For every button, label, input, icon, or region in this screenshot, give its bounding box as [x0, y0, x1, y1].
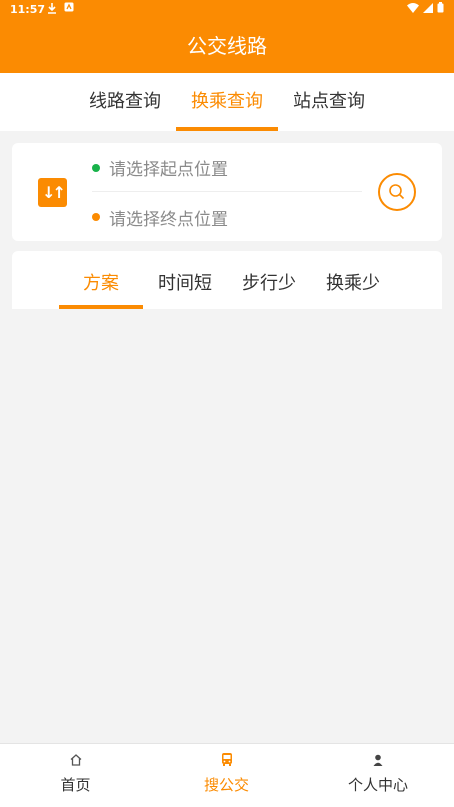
- end-dot-icon: [92, 213, 100, 221]
- nav-label: 首页: [60, 776, 91, 794]
- end-location-field[interactable]: 请选择终点位置: [92, 193, 362, 241]
- active-tab-indicator: [59, 305, 143, 309]
- tab-label: 换乘少: [326, 273, 380, 294]
- nav-home[interactable]: 首页: [0, 752, 151, 802]
- status-icons: [407, 2, 444, 13]
- tab-less-walking[interactable]: 步行少: [227, 269, 311, 309]
- active-tab-indicator: [176, 127, 278, 131]
- tab-line-query[interactable]: 线路查询: [83, 87, 167, 131]
- tab-transfer-query[interactable]: 换乘查询: [176, 87, 278, 131]
- signal-icon: [423, 2, 433, 13]
- app-header: 11:57 公交线路: [0, 0, 454, 73]
- wifi-icon: [407, 2, 419, 13]
- app-notification-icon: [64, 2, 74, 15]
- search-icon: [389, 184, 405, 200]
- tab-label: 站点查询: [293, 91, 365, 112]
- person-icon: [302, 752, 454, 772]
- nav-label: 搜公交: [203, 776, 249, 794]
- home-icon: [0, 752, 151, 772]
- tab-label: 方案: [83, 273, 119, 294]
- nav-profile[interactable]: 个人中心: [302, 752, 454, 802]
- status-time: 11:57: [10, 3, 46, 16]
- bus-icon: [151, 752, 302, 772]
- status-bar: 11:57: [0, 0, 454, 20]
- tab-label: 步行少: [242, 273, 296, 294]
- end-placeholder: 请选择终点位置: [109, 209, 228, 230]
- tab-stop-query[interactable]: 站点查询: [287, 87, 371, 131]
- tab-plan[interactable]: 方案: [59, 269, 143, 309]
- tab-shortest-time[interactable]: 时间短: [143, 269, 227, 309]
- nav-search-bus[interactable]: 搜公交: [151, 752, 302, 802]
- query-tabs: 线路查询 换乘查询 站点查询: [0, 73, 454, 131]
- plan-tabs: 方案 时间短 步行少 换乘少: [12, 251, 442, 309]
- search-button[interactable]: [378, 173, 416, 211]
- download-icon: [47, 2, 57, 17]
- start-location-field[interactable]: 请选择起点位置: [92, 144, 362, 192]
- tab-fewer-transfers[interactable]: 换乘少: [311, 269, 395, 309]
- bottom-navigation: 首页 搜公交 个人中心: [0, 743, 454, 807]
- page-title: 公交线路: [187, 34, 267, 58]
- battery-icon: [437, 2, 444, 13]
- tab-label: 时间短: [158, 273, 212, 294]
- start-dot-icon: [92, 163, 100, 172]
- tab-label: 线路查询: [89, 91, 161, 112]
- swap-icon: ↓↑: [42, 182, 66, 202]
- tab-label: 换乘查询: [191, 91, 263, 112]
- start-placeholder: 请选择起点位置: [109, 160, 228, 180]
- swap-button[interactable]: ↓↑: [38, 178, 67, 207]
- nav-label: 个人中心: [347, 776, 408, 794]
- route-input-card: ↓↑ 请选择起点位置 请选择终点位置: [12, 143, 442, 241]
